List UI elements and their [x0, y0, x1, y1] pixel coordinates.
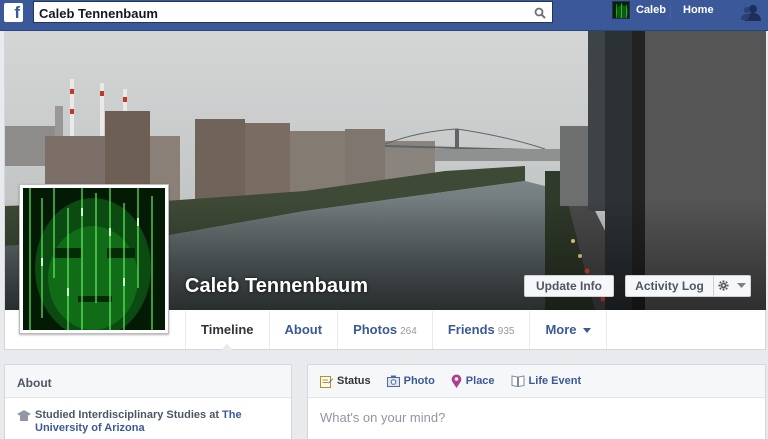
about-title[interactable]: About	[5, 365, 291, 398]
composer-tab-label: Photo	[403, 375, 435, 387]
composer-tab-label: Status	[337, 375, 371, 387]
nav-divider	[670, 5, 671, 19]
composer-tabs: Status Photo Place Life Event	[308, 365, 765, 398]
tab-label: Photos	[353, 322, 398, 337]
search-box[interactable]	[33, 1, 553, 23]
profile-picture[interactable]	[19, 184, 169, 334]
activity-log-button[interactable]: Activity Log	[625, 275, 713, 297]
profile-tabs: Timeline About Photos 264 Friends 935 More	[185, 311, 607, 350]
tab-about[interactable]: About	[268, 311, 338, 349]
about-panel: About Studied Interdisciplinary Studies …	[4, 364, 292, 439]
status-composer: Status Photo Place Life Event What's on …	[307, 364, 766, 439]
nav-avatar[interactable]	[612, 1, 630, 19]
tab-photos[interactable]: Photos 264	[337, 311, 432, 349]
search-input[interactable]	[39, 4, 529, 22]
composer-tab-label: Life Event	[528, 375, 582, 387]
tab-timeline[interactable]: Timeline	[185, 311, 269, 350]
profile-header: Caleb Tennenbaum Update Info Activity Lo…	[4, 31, 766, 350]
update-info-button[interactable]: Update Info	[524, 275, 614, 297]
composer-tab-label: Place	[465, 375, 495, 387]
nav-user-name[interactable]: Caleb	[636, 4, 666, 16]
profile-name[interactable]: Caleb Tennenbaum	[185, 275, 368, 298]
tab-label: Timeline	[201, 322, 254, 337]
camera-icon	[386, 375, 400, 387]
composer-tab-place[interactable]: Place	[451, 374, 495, 388]
education-item: Studied Interdisciplinary Studies at The…	[17, 409, 277, 435]
education-prefix: Studied Interdisciplinary Studies at	[35, 409, 223, 421]
status-input[interactable]: What's on your mind?	[320, 410, 445, 425]
chevron-down-icon	[737, 282, 747, 288]
chevron-down-icon	[582, 328, 591, 334]
map-pin-icon	[451, 374, 462, 388]
photos-count: 264	[400, 326, 417, 337]
top-bar: f Caleb Home	[0, 0, 768, 31]
nav-home-link[interactable]: Home	[683, 4, 714, 16]
facebook-logo[interactable]: f	[4, 3, 23, 22]
composer-tab-life-event[interactable]: Life Event	[511, 375, 582, 387]
status-icon	[320, 375, 333, 388]
gear-icon	[718, 280, 729, 291]
tab-label: More	[545, 322, 577, 337]
book-icon	[511, 375, 525, 387]
education-text: Studied Interdisciplinary Studies at The…	[35, 409, 277, 435]
school-icon	[17, 410, 31, 421]
tab-more[interactable]: More	[529, 311, 607, 349]
composer-tab-photo[interactable]: Photo	[386, 375, 435, 387]
tab-friends[interactable]: Friends 935	[431, 311, 530, 349]
composer-tab-status[interactable]: Status	[320, 375, 371, 388]
search-icon[interactable]	[534, 7, 546, 19]
friend-requests-icon[interactable]	[740, 3, 762, 21]
friends-count: 935	[497, 326, 515, 337]
tab-label: Friends	[447, 322, 495, 337]
tab-label: About	[284, 322, 323, 337]
settings-dropdown-button[interactable]	[713, 275, 751, 297]
